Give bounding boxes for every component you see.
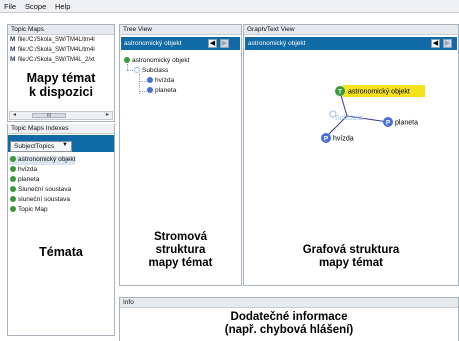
- topic-label: planeta: [18, 176, 40, 183]
- topic-label: Sluneční soustava: [18, 186, 72, 193]
- tree-child-hvizda[interactable]: hvízda: [147, 77, 174, 84]
- topic-list-item[interactable]: astronomický objekt: [9, 156, 76, 165]
- indexes-header: Topic Maps Indexes: [8, 124, 114, 134]
- topic-list-item[interactable]: hvízda: [9, 166, 37, 175]
- menu-file[interactable]: File: [4, 2, 16, 11]
- subject-topics-dropdown[interactable]: SubjectTopics ▼: [10, 141, 72, 152]
- graph-view-annotation: Grafová struktura mapy témat: [302, 244, 400, 270]
- topic-list-item[interactable]: Topic Map: [9, 206, 48, 215]
- tree-view-bar-title: astronomický objekt: [124, 40, 182, 47]
- tree-connector: [139, 91, 147, 92]
- topic-list-item[interactable]: Sluneční soustava: [9, 186, 71, 195]
- topic-label: hvízda: [18, 166, 38, 173]
- dropdown-arrow-icon: ▼: [62, 142, 68, 148]
- topic-maps-panel: Topic Maps Mfile:/C:/Škola_SW/TM4L/tm4l …: [7, 24, 115, 122]
- tree-connector: [127, 70, 133, 71]
- topic-bullet-icon: [10, 166, 16, 172]
- child-node-label[interactable]: hvízda: [333, 136, 354, 143]
- scroll-right-icon[interactable]: ▸: [103, 112, 112, 119]
- topic-label: astronomický objekt: [18, 156, 76, 163]
- topic-list-item[interactable]: sluneční soustava: [9, 196, 70, 205]
- topic-bullet-icon: [124, 57, 130, 63]
- topic-bullet-icon: [147, 87, 153, 93]
- child-node-letter: P: [324, 136, 329, 143]
- topic-maps-hscrollbar[interactable]: ◂ III ▸: [9, 111, 113, 120]
- scroll-left-icon[interactable]: ◂: [10, 112, 19, 119]
- topic-map-icon: M: [10, 36, 16, 43]
- topic-bullet-icon: [10, 196, 16, 202]
- scroll-thumb[interactable]: III: [32, 113, 66, 119]
- menu-scope[interactable]: Scope: [25, 2, 46, 11]
- topic-bullet-icon: [147, 77, 153, 83]
- topic-bullet-icon: [10, 206, 16, 212]
- topic-map-file-3[interactable]: Mfile:/C:/Škola_SW/TM4L_2/xt: [10, 56, 95, 65]
- menu-bar: File Scope Help: [0, 0, 459, 13]
- topics-annotation: Témata: [39, 245, 83, 259]
- topic-bullet-icon: [10, 156, 16, 162]
- topic-map-icon: M: [10, 56, 16, 63]
- topic-list-item[interactable]: planeta: [9, 176, 39, 185]
- topic-maps-header: Topic Maps: [8, 25, 114, 35]
- tree-connector: [139, 81, 147, 82]
- topic-bullet-icon: [10, 176, 16, 182]
- center-node-label[interactable]: astronomický objekt: [348, 89, 410, 96]
- tree-relation-node[interactable]: Subclass: [134, 67, 168, 74]
- forward-arrow-icon[interactable]: ▶: [220, 39, 229, 48]
- child-node-label[interactable]: planeta: [395, 120, 418, 127]
- tree-view-annotation: Stromová struktura mapy témat: [148, 231, 213, 270]
- child-node-letter: P: [386, 120, 391, 127]
- topic-label: Topic Map: [18, 206, 48, 213]
- topic-map-file-2[interactable]: Mfile:/C:/Škola_SW/TM4L/tm4l: [10, 46, 95, 55]
- tree-view-panel: Tree View astronomický objekt ◀ ▶ astron…: [119, 24, 242, 286]
- tree-root-node[interactable]: astronomický objekt: [124, 57, 189, 64]
- tree-view-header: Tree View: [120, 25, 241, 35]
- info-panel: Info Dodatečné informace (např. chybová …: [119, 297, 459, 341]
- topic-map-file-1[interactable]: Mfile:/C:/Škola_SW/TM4L/tm4l: [10, 36, 95, 45]
- tree-view-title-bar: astronomický objekt ◀ ▶: [121, 37, 240, 50]
- info-header: Info: [120, 298, 458, 308]
- topic-map-icon: M: [10, 46, 16, 53]
- graph-view-panel: Graph/Text View astronomický objekt ◀ ▶ …: [243, 24, 459, 286]
- menu-help[interactable]: Help: [55, 2, 70, 11]
- relation-node-label[interactable]: Subclass: [335, 115, 364, 122]
- topic-maps-annotation: Mapy témat k dispozici: [26, 71, 96, 100]
- tree-child-planeta[interactable]: planeta: [147, 87, 176, 94]
- topic-label: sluneční soustava: [18, 196, 71, 203]
- info-annotation: Dodatečné informace (např. chybová hláše…: [224, 311, 354, 337]
- relation-icon: [134, 67, 140, 73]
- center-node-letter: T: [338, 89, 342, 96]
- back-arrow-icon[interactable]: ◀: [208, 39, 217, 48]
- topic-bullet-icon: [10, 186, 16, 192]
